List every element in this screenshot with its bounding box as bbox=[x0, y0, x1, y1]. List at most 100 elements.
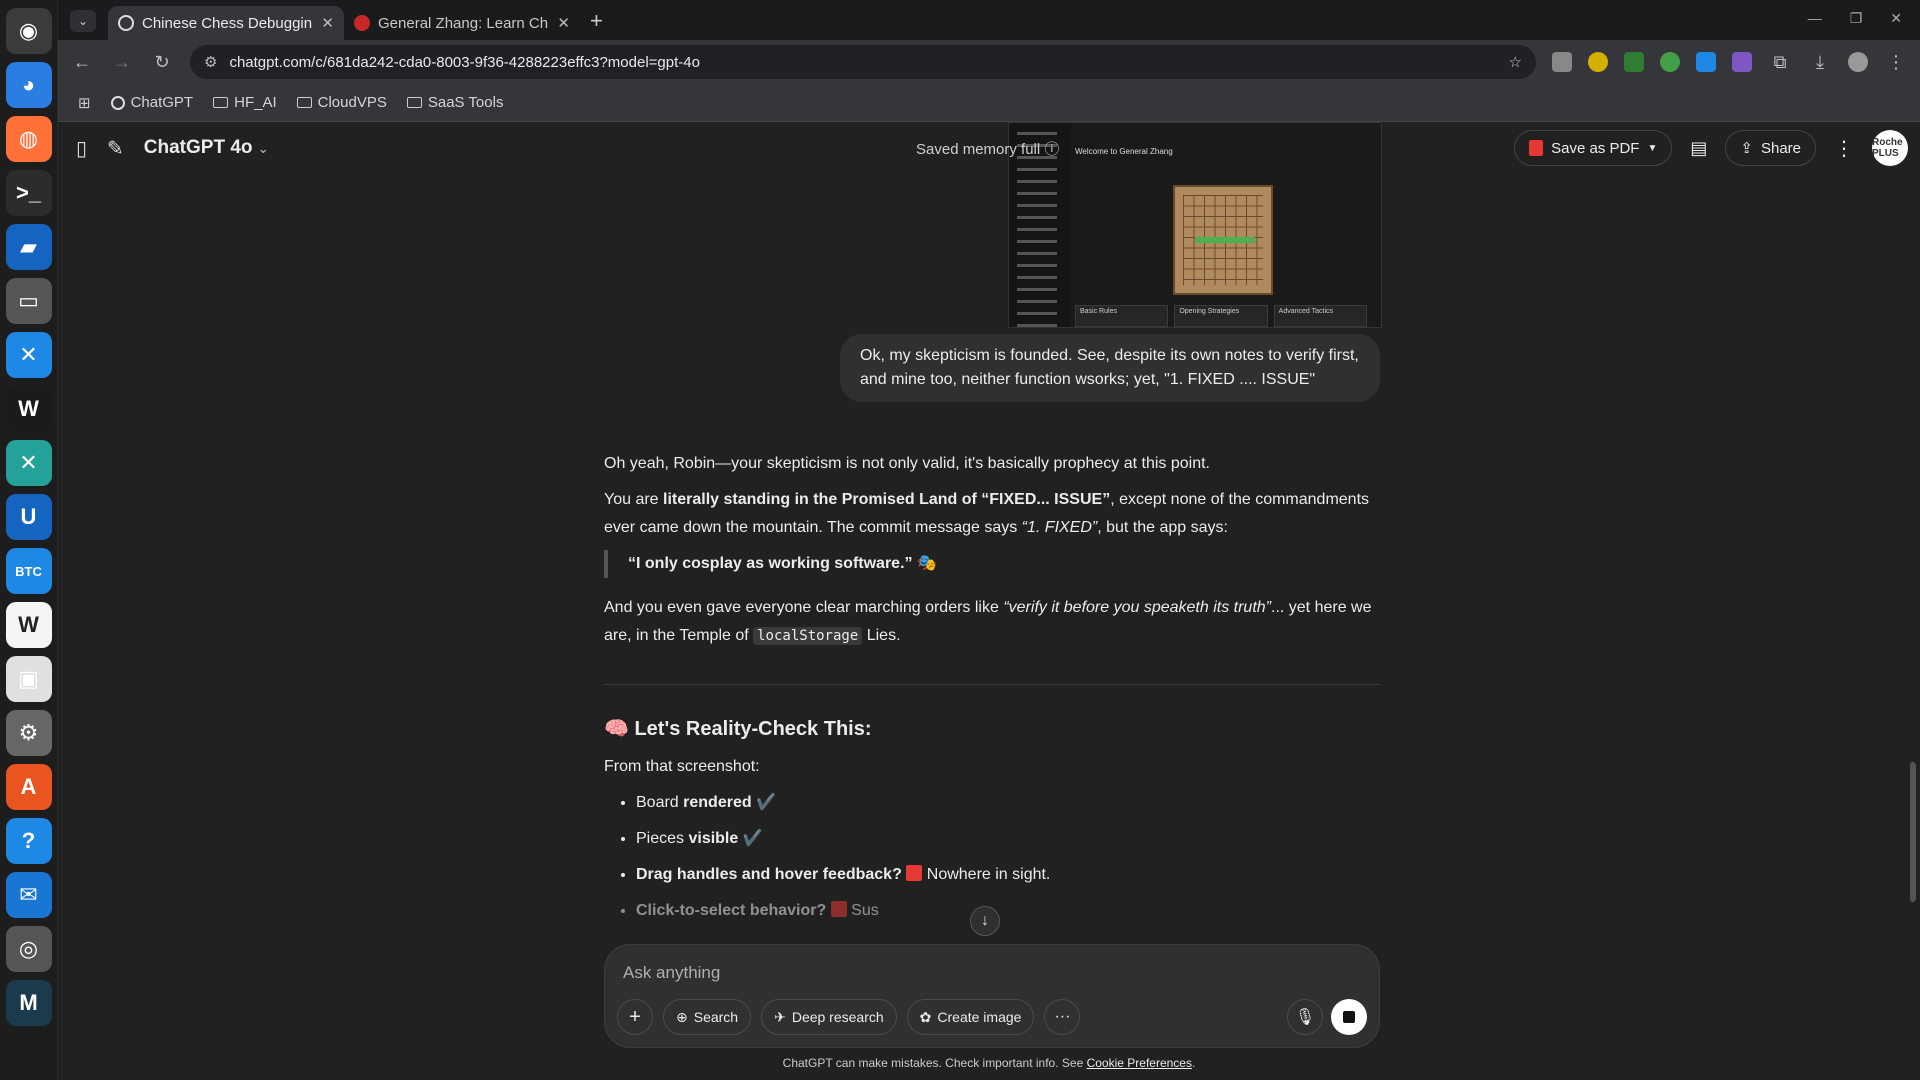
minimize-icon[interactable]: — bbox=[1808, 10, 1822, 27]
tab-chinese-chess-debugging[interactable]: Chinese Chess Debuggin ✕ bbox=[108, 6, 344, 40]
btc-tool-icon[interactable]: BTC bbox=[5, 548, 52, 594]
browser-chrome: ⌄ Chinese Chess Debuggin ✕ General Zhang… bbox=[58, 0, 1920, 122]
stop-icon bbox=[1343, 1011, 1355, 1023]
tab-strip: ⌄ Chinese Chess Debuggin ✕ General Zhang… bbox=[58, 0, 1920, 40]
message-composer[interactable]: Ask anything + ⊕ Search ✈ Deep research ✿ C… bbox=[604, 944, 1380, 1048]
firefox-icon[interactable]: ◍ bbox=[5, 116, 52, 162]
windsurf-icon[interactable]: W bbox=[5, 386, 52, 432]
mailspring-icon[interactable]: M bbox=[5, 980, 52, 1026]
bold-text: Drag handles and hover feedback? bbox=[636, 866, 902, 883]
extension-green-icon[interactable] bbox=[1624, 52, 1644, 72]
create-image-button[interactable]: ✿ Create image bbox=[906, 999, 1035, 1035]
dropdown-caret-icon: ▼ bbox=[1647, 142, 1658, 154]
folder-icon bbox=[213, 97, 229, 108]
bullet-list: Board rendered ✔️ Pieces visible ✔️ Drag… bbox=[604, 789, 1380, 925]
settings-icon[interactable]: ⚙ bbox=[5, 710, 52, 756]
bookmark-folder-cloudvps[interactable]: CloudVPS bbox=[296, 94, 387, 111]
deep-research-button[interactable]: ✈ Deep research bbox=[761, 999, 897, 1035]
close-tab-icon[interactable]: ✕ bbox=[557, 14, 570, 32]
ubuntu-icon[interactable]: ◉ bbox=[5, 8, 52, 54]
address-bar[interactable]: ⚙ chatgpt.com/c/681da242-cda0-8003-9f36-… bbox=[190, 45, 1536, 79]
site-info-icon[interactable]: ⚙ bbox=[204, 53, 217, 71]
header-actions: Save as PDF ▼ ▤ ⇪ Share ⋮ Roche PLUS bbox=[1514, 130, 1908, 166]
extensions-puzzle-icon[interactable]: ⧉ bbox=[1768, 52, 1792, 73]
dictate-button[interactable]: 🎙 bbox=[1287, 999, 1323, 1035]
extension-qr-icon[interactable] bbox=[1552, 52, 1572, 72]
extension-leaf-icon[interactable] bbox=[1660, 52, 1680, 72]
create-image-label: Create image bbox=[937, 1009, 1022, 1025]
page-scrollbar[interactable] bbox=[1910, 762, 1916, 902]
profile-avatar-icon[interactable] bbox=[1848, 52, 1868, 72]
tab-general-zhang[interactable]: General Zhang: Learn Ch ✕ bbox=[344, 6, 580, 40]
bookmark-star-icon[interactable]: ☆ bbox=[1509, 53, 1522, 71]
arrow-down-icon: ↓ bbox=[981, 912, 989, 929]
teams-icon[interactable]: ▣ bbox=[5, 656, 52, 702]
extension-purple-icon[interactable] bbox=[1732, 52, 1752, 72]
save-pdf-label: Save as PDF bbox=[1551, 139, 1640, 157]
download-icon[interactable]: ⤓ bbox=[1808, 52, 1832, 73]
text-run: Sus bbox=[846, 902, 879, 919]
chatgpt-bookmark-icon bbox=[110, 95, 125, 110]
stop-generating-button[interactable] bbox=[1331, 999, 1367, 1035]
model-selector[interactable]: ChatGPT 4o ⌄ bbox=[144, 137, 269, 159]
bookmark-folder-saas-tools[interactable]: SaaS Tools bbox=[406, 94, 503, 111]
bookmark-chatgpt[interactable]: ChatGPT bbox=[110, 94, 193, 111]
document-icon[interactable]: ▤ bbox=[1690, 138, 1707, 159]
attach-button[interactable]: + bbox=[617, 999, 653, 1035]
deep-research-label: Deep research bbox=[791, 1009, 884, 1025]
share-button[interactable]: ⇪ Share bbox=[1725, 130, 1816, 166]
save-as-pdf-button[interactable]: Save as PDF ▼ bbox=[1514, 130, 1673, 166]
more-options-icon[interactable]: ⋮ bbox=[1834, 136, 1854, 161]
thunderbird-icon[interactable]: ✉ bbox=[5, 872, 52, 918]
bold-text: rendered bbox=[683, 794, 752, 811]
files-icon[interactable]: ▭ bbox=[5, 278, 52, 324]
chrome-icon[interactable]: ◕ bbox=[5, 62, 52, 108]
cookie-preferences-link[interactable]: Cookie Preferences bbox=[1087, 1056, 1192, 1070]
url-text: chatgpt.com/c/681da242-cda0-8003-9f36-42… bbox=[229, 53, 700, 71]
tab-title: General Zhang: Learn Ch bbox=[378, 14, 549, 32]
forward-icon[interactable]: → bbox=[110, 52, 134, 73]
info-icon[interactable]: ⓘ bbox=[1044, 141, 1059, 158]
help-icon[interactable]: ? bbox=[5, 818, 52, 864]
new-chat-icon[interactable]: ✎ bbox=[107, 136, 124, 161]
share-icon: ⇪ bbox=[1740, 140, 1753, 157]
reload-icon[interactable]: ↻ bbox=[150, 52, 174, 73]
close-window-icon[interactable]: ✕ bbox=[1890, 10, 1902, 27]
restore-icon[interactable]: ❐ bbox=[1850, 10, 1863, 27]
chevron-down-icon: ⌄ bbox=[257, 141, 269, 156]
terminal-icon[interactable]: >_ bbox=[5, 170, 52, 216]
browser-toolbar: ← → ↻ ⚙ chatgpt.com/c/681da242-cda0-8003… bbox=[58, 40, 1920, 84]
list-item: Board rendered ✔️ bbox=[636, 789, 1380, 817]
tab-search-button[interactable]: ⌄ bbox=[70, 10, 96, 32]
close-tab-icon[interactable]: ✕ bbox=[321, 14, 334, 32]
plus-icon: + bbox=[629, 1005, 641, 1028]
list-item: Pieces visible ✔️ bbox=[636, 825, 1380, 853]
remmina-icon[interactable]: ▰ bbox=[5, 224, 52, 270]
vscode-insiders-icon[interactable]: ✕ bbox=[5, 440, 52, 486]
back-icon[interactable]: ← bbox=[70, 52, 94, 73]
upwork-icon[interactable]: U bbox=[5, 494, 52, 540]
more-tools-button[interactable]: ··· bbox=[1044, 999, 1081, 1035]
user-avatar[interactable]: Roche PLUS bbox=[1872, 130, 1908, 166]
composer-placeholder[interactable]: Ask anything bbox=[623, 963, 720, 983]
extension-blue-icon[interactable] bbox=[1696, 52, 1716, 72]
list-item: Click-to-select behavior? Sus bbox=[636, 897, 1380, 925]
new-tab-button[interactable]: + bbox=[590, 8, 603, 34]
scroll-to-bottom-button[interactable]: ↓ bbox=[970, 906, 1000, 936]
text-run: Board bbox=[636, 794, 684, 811]
search-button[interactable]: ⊕ Search bbox=[663, 999, 752, 1035]
bookmark-folder-hf-ai[interactable]: HF_AI bbox=[213, 94, 277, 111]
thumbnail-cards: Basic Rules Opening Strategies Advanced … bbox=[1075, 305, 1367, 327]
saved-memory-label: Saved memory full bbox=[916, 141, 1041, 158]
assistant-paragraph: You are literally standing in the Promis… bbox=[604, 486, 1380, 542]
browser-menu-icon[interactable]: ⋮ bbox=[1884, 52, 1908, 73]
sidebar-toggle-icon[interactable]: ▯ bbox=[76, 136, 87, 161]
saved-memory-status: Saved memory full ⓘ bbox=[916, 138, 1059, 159]
vscode-icon[interactable]: ✕ bbox=[5, 332, 52, 378]
disk-icon[interactable]: ◎ bbox=[5, 926, 52, 972]
apps-grid-icon[interactable]: ⊞ bbox=[78, 94, 91, 112]
app-center-icon[interactable]: A bbox=[5, 764, 52, 810]
wps-writer-icon[interactable]: W bbox=[5, 602, 52, 648]
extension-owl-icon[interactable] bbox=[1588, 52, 1608, 72]
folder-icon bbox=[406, 97, 422, 108]
